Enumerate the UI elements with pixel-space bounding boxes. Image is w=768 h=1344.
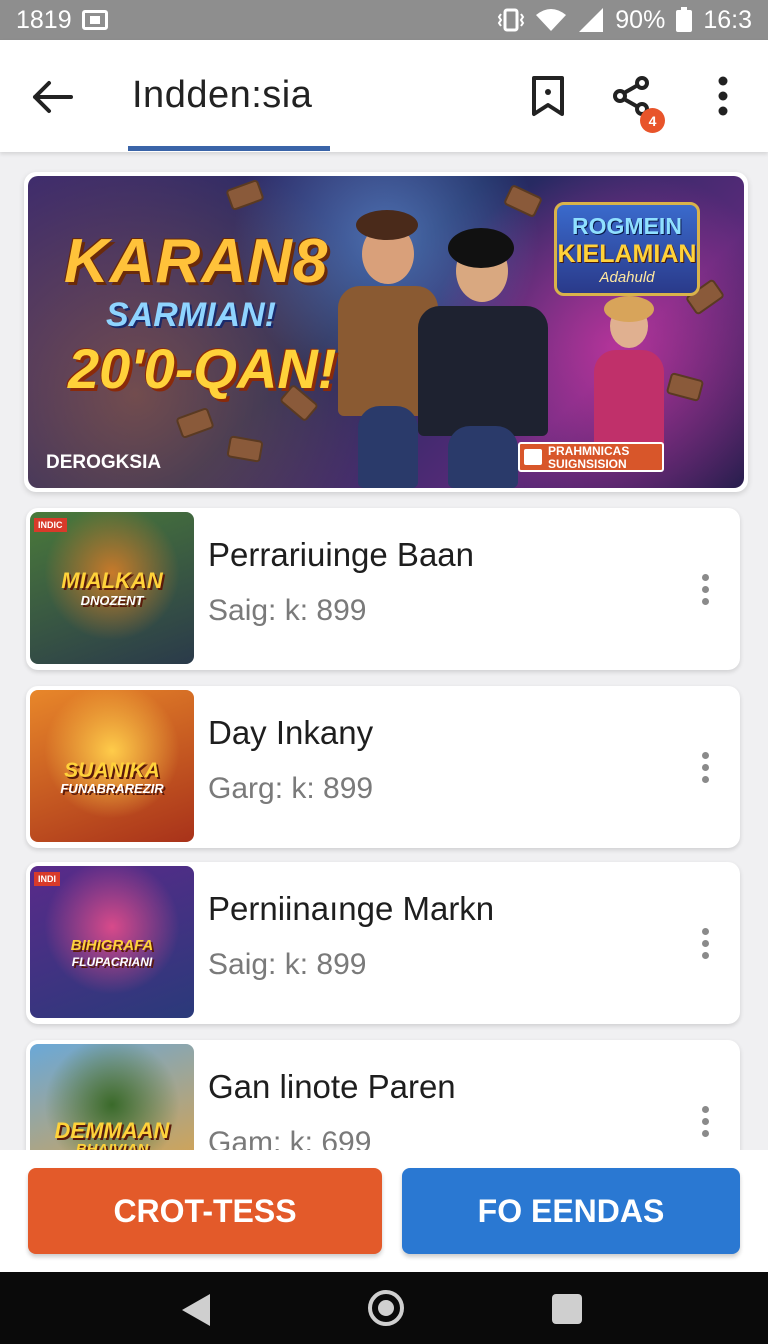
signal-icon — [579, 8, 604, 32]
list-item[interactable]: INDIC MIALKAN DNOZENT Perrariuinge Baan … — [26, 508, 740, 670]
thumb-subtitle: FLUPACRIANI — [71, 955, 153, 969]
more-vert-icon — [701, 1101, 709, 1142]
nav-back-icon[interactable] — [182, 1294, 210, 1326]
primary-action-button[interactable]: CROT-TESS — [28, 1168, 382, 1254]
banner-artwork: KARAN8 SARMIAN! 20'0-QAN! DEROGKSIA ROGM… — [28, 176, 744, 488]
game-title: Day Inkany — [208, 714, 374, 751]
thumb-title: DEMMAAN — [54, 1118, 170, 1143]
wifi-icon — [536, 9, 567, 31]
battery-icon — [676, 7, 693, 32]
more-vert-icon — [701, 747, 709, 788]
page-title: Indden:sia — [132, 74, 313, 116]
nav-home-icon[interactable] — [368, 1290, 404, 1326]
brick-decoration — [225, 178, 265, 212]
game-subtitle: Saig: k: 899 — [208, 594, 367, 627]
thumb-title: BIHIGRAFA — [70, 937, 154, 954]
secondary-action-button[interactable]: FO EENDAS — [402, 1168, 740, 1254]
banner-year-text: 20'0-QAN! — [68, 337, 337, 400]
bookmark-button[interactable] — [522, 70, 574, 122]
title-tab-indicator — [128, 146, 330, 151]
tag-icon — [524, 449, 542, 465]
brick-decoration — [175, 406, 215, 440]
status-time-left: 1819 — [16, 5, 72, 34]
battery-percent: 90% — [615, 5, 666, 34]
status-clock: 16:3 — [703, 5, 752, 34]
item-more-button[interactable] — [690, 566, 720, 612]
featured-banner[interactable]: KARAN8 SARMIAN! 20'0-QAN! DEROGKSIA ROGM… — [24, 172, 748, 492]
game-thumbnail: INDI BIHIGRAFA FLUPACRIANI — [30, 866, 194, 1018]
status-right: 90% 16:3 — [497, 6, 752, 35]
banner-headline: KARAN8 — [64, 227, 329, 296]
brick-decoration — [502, 183, 544, 219]
banner-promo-tag: PRAHMNICAS SUIGNSISION — [518, 442, 664, 472]
more-vert-icon — [701, 569, 709, 610]
game-title: Gan linote Paren — [208, 1068, 456, 1105]
thumb-subtitle: FUNABRAREZIR — [60, 781, 164, 796]
thumb-badge: INDI — [34, 872, 60, 886]
status-bar: 1819 90% 16:3 — [0, 0, 768, 40]
game-thumbnail: INDIC MIALKAN DNOZENT — [30, 512, 194, 664]
more-options-button[interactable] — [700, 70, 746, 122]
banner-logo: ROGMEIN KIELAMIAN Adahuld — [554, 202, 700, 296]
app-bar: Indden:sia 4 — [0, 40, 768, 152]
item-more-button[interactable] — [690, 920, 720, 966]
notification-badge: 4 — [640, 108, 665, 133]
list-item[interactable]: INDI BIHIGRAFA FLUPACRIANI Perniinaınge … — [26, 862, 740, 1024]
brick-decoration — [226, 435, 264, 463]
more-vert-icon — [701, 923, 709, 964]
bookmark-icon — [532, 76, 564, 116]
thumb-subtitle: DNOZENT — [80, 593, 144, 608]
game-title: Perrariuinge Baan — [208, 536, 474, 573]
nav-recents-icon[interactable] — [552, 1294, 582, 1324]
item-more-button[interactable] — [690, 744, 720, 790]
more-vert-icon — [718, 76, 728, 116]
item-more-button[interactable] — [690, 1098, 720, 1144]
banner-corner-label: DEROGKSIA — [46, 452, 162, 473]
back-arrow-icon — [33, 81, 73, 113]
tag-line-2: SUIGNSISION — [548, 457, 627, 471]
thumb-title: MIALKAN — [61, 568, 163, 593]
gallery-icon — [81, 10, 108, 30]
logo-line-3: Adahuld — [599, 268, 655, 286]
game-title: Perniinaınge Markn — [208, 890, 495, 927]
game-subtitle: Saig: k: 899 — [208, 948, 367, 981]
vibrate-icon — [498, 8, 525, 32]
game-subtitle: Garg: k: 899 — [208, 772, 374, 805]
list-item[interactable]: SUANIKA FUNABRAREZIR Day Inkany Garg: k:… — [26, 686, 740, 848]
thumb-badge: INDIC — [34, 518, 67, 532]
bottom-action-bar: CROT-TESS FO EENDAS — [0, 1150, 768, 1272]
game-thumbnail: SUANIKA FUNABRAREZIR — [30, 690, 194, 842]
status-left: 1819 — [16, 6, 108, 35]
back-button[interactable] — [26, 70, 80, 124]
thumb-title: SUANIKA — [64, 759, 160, 782]
banner-subheadline: SARMIAN! — [106, 296, 276, 334]
logo-line-2: KIELAMIAN — [557, 239, 697, 268]
system-nav-bar — [0, 1272, 768, 1344]
logo-line-1: ROGMEIN — [572, 212, 682, 239]
